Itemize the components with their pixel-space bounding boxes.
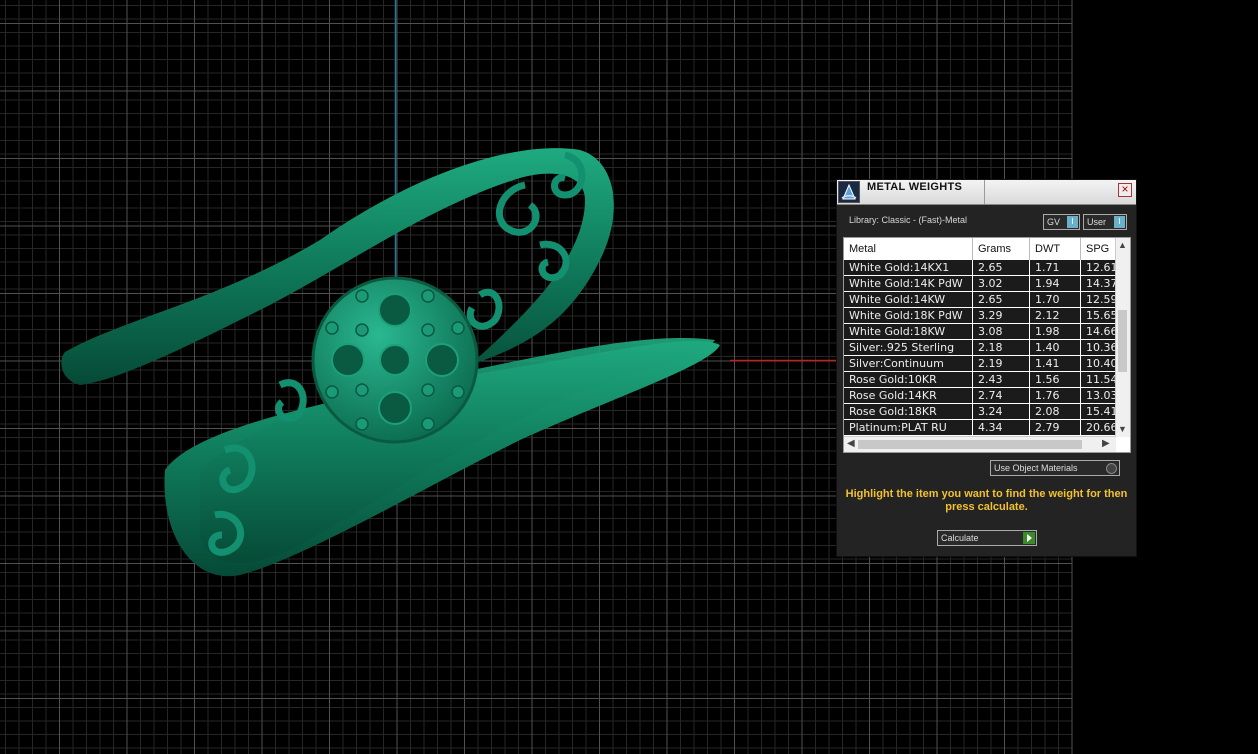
metal-weights-table[interactable]: Metal Grams DWT SPG White Gold:14KX1 2.65… — [843, 237, 1131, 453]
cell-metal: White Gold:14KW — [844, 292, 973, 307]
cell-spg: 10.40 — [1086, 357, 1116, 370]
table-row[interactable]: White Gold:18K PdW 3.29 2.12 15.65 — [844, 308, 1116, 324]
use-object-materials-label: Use Object Materials — [994, 463, 1078, 473]
scroll-right-icon[interactable]: ▶ — [1102, 438, 1110, 449]
cell-grams: 2.65 — [973, 292, 1030, 307]
cell-spg: 15.41 — [1086, 405, 1116, 418]
user-toggle-label: User — [1087, 217, 1107, 227]
cell-dwt: 1.40 — [1030, 340, 1081, 355]
cell-metal: White Gold:18KW — [844, 324, 973, 339]
table-row[interactable]: White Gold:14KW 2.65 1.70 12.59 — [844, 292, 1116, 308]
gv-toggle-label: GV — [1047, 217, 1061, 227]
column-header-metal[interactable]: Metal — [844, 238, 973, 260]
app-logo-icon — [838, 181, 860, 203]
table-row[interactable]: Rose Gold:14KR 2.74 1.76 13.03 — [844, 388, 1116, 404]
cell-dwt: 2.12 — [1030, 308, 1081, 323]
library-label: Library: Classic - (Fast)-Metal — [849, 215, 968, 225]
cell-metal: Rose Gold:14KR — [844, 388, 973, 403]
cell-grams: 4.34 — [973, 420, 1030, 435]
table-row[interactable]: Rose Gold:10KR 2.43 1.56 11.54 — [844, 372, 1116, 388]
cell-dwt: 1.70 — [1030, 292, 1081, 307]
calculate-label: Calculate — [941, 533, 979, 543]
calculate-button[interactable]: Calculate — [937, 530, 1037, 546]
cell-dwt: 1.71 — [1030, 260, 1081, 275]
user-toggle-knob: I — [1114, 216, 1125, 228]
table-row[interactable]: Platinum:PLAT RU 4.34 2.79 20.66 — [844, 420, 1116, 436]
horizontal-scroll-thumb[interactable] — [858, 440, 1082, 449]
dialog-titlebar[interactable]: METAL WEIGHTS × — [837, 180, 1136, 205]
table-header: Metal Grams DWT SPG — [844, 238, 1116, 260]
cell-spg: 13.03 — [1086, 389, 1116, 402]
cell-grams: 3.08 — [973, 324, 1030, 339]
horizontal-scrollbar[interactable]: ◀ ▶ — [844, 436, 1116, 452]
instruction-text: Highlight the item you want to find the … — [845, 488, 1128, 513]
cell-dwt: 2.08 — [1030, 404, 1081, 419]
dialog-title: METAL WEIGHTS — [867, 181, 963, 193]
cell-metal: Rose Gold:18KR — [844, 404, 973, 419]
cell-spg: 12.61 — [1086, 261, 1116, 274]
titlebar-divider — [984, 180, 985, 204]
table-row[interactable]: Silver:Continuum 2.19 1.41 10.40 — [844, 356, 1116, 372]
ring-model[interactable] — [61, 148, 720, 577]
cell-grams: 2.19 — [973, 356, 1030, 371]
cell-dwt: 1.41 — [1030, 356, 1081, 371]
close-icon[interactable]: × — [1118, 183, 1132, 197]
cell-spg: 10.36 — [1086, 341, 1116, 354]
cell-dwt: 1.56 — [1030, 372, 1081, 387]
metal-weights-dialog: METAL WEIGHTS × Library: Classic - (Fast… — [836, 179, 1137, 557]
cell-metal: White Gold:18K PdW — [844, 308, 973, 323]
cell-dwt: 1.94 — [1030, 276, 1081, 291]
cell-metal: White Gold:14K PdW — [844, 276, 973, 291]
cell-dwt: 1.98 — [1030, 324, 1081, 339]
cell-spg: 20.66 — [1086, 421, 1116, 434]
cell-spg: 11.54 — [1086, 373, 1116, 386]
cell-grams: 2.65 — [973, 260, 1030, 275]
cell-spg: 12.59 — [1086, 293, 1116, 306]
cell-dwt: 2.79 — [1030, 420, 1081, 435]
vertical-scroll-thumb[interactable] — [1118, 310, 1127, 372]
table-row[interactable]: White Gold:14KX1 2.65 1.71 12.61 — [844, 260, 1116, 276]
cell-metal: Silver:Continuum — [844, 356, 973, 371]
cell-metal: Silver:.925 Sterling — [844, 340, 973, 355]
cell-metal: Platinum:PLAT RU — [844, 420, 973, 435]
cell-grams: 2.18 — [973, 340, 1030, 355]
cell-spg: 15.65 — [1086, 309, 1116, 322]
cell-dwt: 1.76 — [1030, 388, 1081, 403]
table-body: White Gold:14KX1 2.65 1.71 12.61 White Gold:… — [844, 260, 1116, 436]
cell-metal: White Gold:14KX1 — [844, 260, 973, 275]
radio-icon[interactable] — [1106, 463, 1117, 474]
cell-spg: 14.37 — [1086, 277, 1116, 290]
cell-grams: 3.29 — [973, 308, 1030, 323]
table-row[interactable]: Rose Gold:18KR 3.24 2.08 15.41 — [844, 404, 1116, 420]
column-header-spg[interactable]: SPG — [1081, 238, 1116, 260]
play-arrow-icon — [1023, 532, 1035, 544]
gv-toggle-knob: I — [1067, 216, 1078, 228]
use-object-materials-option[interactable]: Use Object Materials — [990, 460, 1120, 476]
cell-grams: 2.74 — [973, 388, 1030, 403]
scroll-up-icon[interactable]: ▲ — [1118, 240, 1127, 250]
table-row[interactable]: White Gold:18KW 3.08 1.98 14.66 — [844, 324, 1116, 340]
cell-grams: 2.43 — [973, 372, 1030, 387]
column-header-grams[interactable]: Grams — [973, 238, 1030, 260]
scroll-left-icon[interactable]: ◀ — [847, 438, 855, 449]
table-row[interactable]: Silver:.925 Sterling 2.18 1.40 10.36 — [844, 340, 1116, 356]
cell-spg: 14.66 — [1086, 325, 1116, 338]
cell-metal: Rose Gold:10KR — [844, 372, 973, 387]
gv-toggle[interactable]: GV I — [1043, 214, 1080, 230]
column-header-dwt[interactable]: DWT — [1030, 238, 1081, 260]
cell-grams: 3.24 — [973, 404, 1030, 419]
user-toggle[interactable]: User I — [1083, 214, 1127, 230]
vertical-scrollbar[interactable]: ▲ ▼ — [1115, 238, 1130, 437]
cell-grams: 3.02 — [973, 276, 1030, 291]
scroll-down-icon[interactable]: ▼ — [1118, 424, 1127, 434]
table-row[interactable]: White Gold:14K PdW 3.02 1.94 14.37 — [844, 276, 1116, 292]
